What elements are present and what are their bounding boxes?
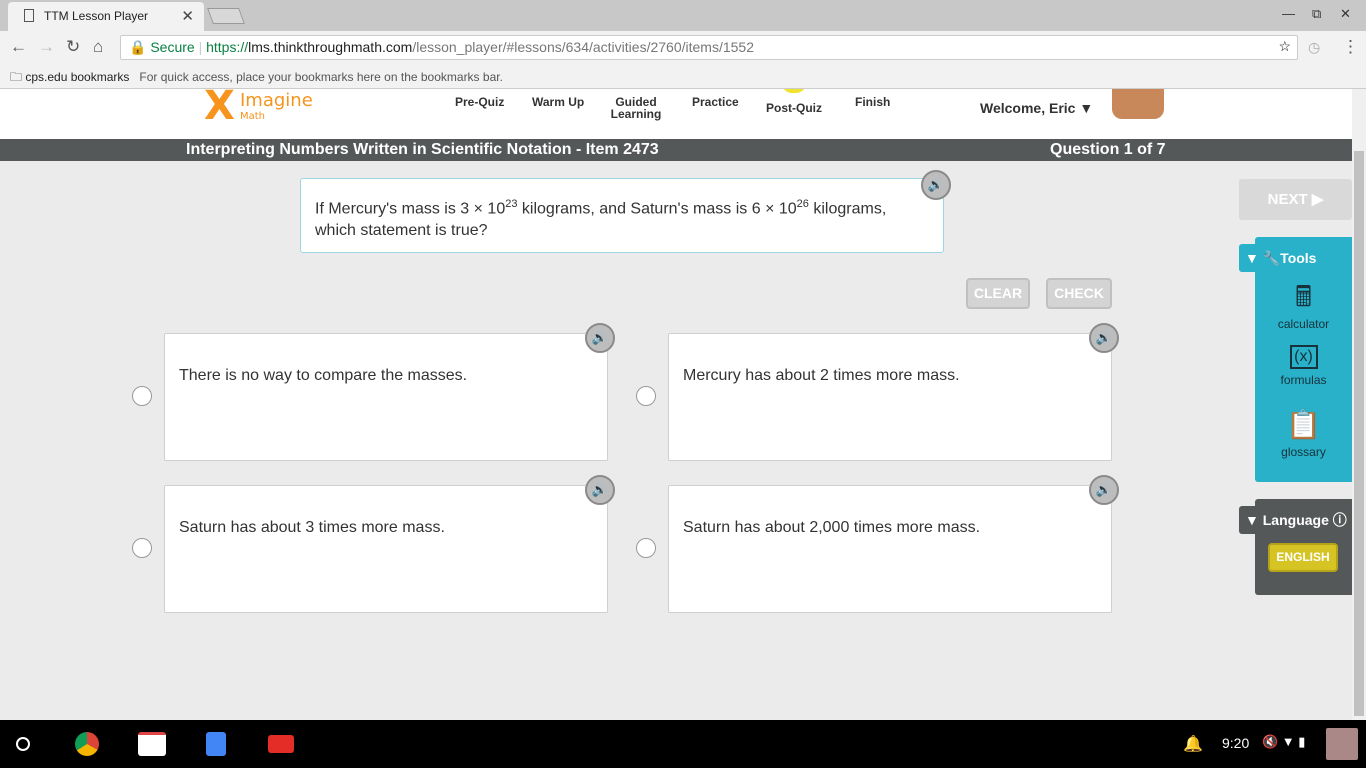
lesson-page: X Imagine Math Pre-Quiz Warm Up Guided Lea… — [0, 89, 1352, 720]
maximize-button[interactable]: ⧉ — [1312, 6, 1321, 22]
back-icon[interactable]: ← — [10, 37, 27, 57]
browser-toolbar: ← → ↻ ⌂ 🔒 Secure | https://lms.thinkthro… — [0, 31, 1366, 63]
menu-warm-up[interactable]: Warm Up — [532, 96, 584, 108]
youtube-icon[interactable] — [268, 735, 294, 753]
url-scheme: https:// — [206, 39, 249, 55]
answer-radio-1[interactable] — [132, 386, 152, 406]
language-toggle[interactable]: ▼ Language ⓘ — [1239, 506, 1347, 534]
next-button[interactable]: NEXT ▶ — [1239, 179, 1352, 220]
lock-icon: 🔒 — [129, 39, 151, 55]
url-host: lms.thinkthroughmath.com — [248, 39, 413, 55]
notification-icon[interactable]: 🔔 — [1183, 734, 1203, 754]
english-button[interactable]: ENGLISH — [1268, 543, 1338, 572]
user-avatar[interactable] — [1326, 728, 1358, 760]
os-shelf: 🔔 9:20 🔇 ▼ ▮ — [0, 720, 1366, 768]
calculator-tool[interactable]: 🖩 calculator — [1255, 281, 1352, 331]
close-window-button[interactable]: ✕ — [1340, 6, 1351, 22]
launcher-icon[interactable] — [16, 737, 30, 751]
current-stage-marker — [782, 89, 806, 93]
gmail-icon[interactable] — [138, 732, 166, 756]
answer-option[interactable]: There is no way to compare the masses. — [164, 333, 608, 461]
url-path: /lesson_player/#lessons/634/activities/2… — [412, 39, 754, 55]
clock[interactable]: 9:20 — [1222, 735, 1249, 751]
folder-icon: 🗀 — [10, 70, 26, 84]
tools-toggle[interactable]: ▼ 🔧Tools — [1239, 244, 1317, 272]
chrome-icon[interactable] — [75, 732, 99, 756]
avatar[interactable] — [1112, 89, 1164, 119]
menu-pre-quiz[interactable]: Pre-Quiz — [455, 96, 504, 108]
docs-icon[interactable] — [206, 732, 226, 756]
answer-option[interactable]: Saturn has about 3 times more mass. — [164, 485, 608, 613]
answer-radio-3[interactable] — [132, 538, 152, 558]
menu-post-quiz[interactable]: Post-Quiz — [766, 102, 822, 114]
menu-icon[interactable]: ⋮ — [1342, 37, 1359, 57]
tab-title: TTM Lesson Player — [44, 9, 149, 23]
question-progress: Question 1 of 7 — [1050, 141, 1166, 158]
calculator-icon: 🖩 — [1295, 281, 1312, 312]
browser-tab[interactable]: TTM Lesson Player ✕ — [8, 2, 204, 31]
star-icon[interactable]: ☆ — [1278, 38, 1291, 55]
speaker-icon[interactable]: 🔊 — [585, 323, 615, 353]
item-title: Interpreting Numbers Written in Scientif… — [186, 141, 659, 158]
speaker-icon[interactable]: 🔊 — [921, 170, 951, 200]
reload-icon[interactable]: ↻ — [66, 37, 80, 57]
check-button[interactable]: CHECK — [1046, 278, 1112, 309]
answer-option[interactable]: Mercury has about 2 times more mass. — [668, 333, 1112, 461]
answer-option[interactable]: Saturn has about 2,000 times more mass. — [668, 485, 1112, 613]
speaker-icon[interactable]: 🔊 — [585, 475, 615, 505]
menu-finish[interactable]: Finish — [855, 96, 890, 108]
close-tab-icon[interactable]: ✕ — [181, 7, 194, 25]
lesson-header: X Imagine Math Pre-Quiz Warm Up Guided Lea… — [0, 89, 1352, 139]
menu-practice[interactable]: Practice — [692, 96, 739, 108]
new-tab-button[interactable] — [207, 8, 245, 24]
clipboard-icon: 📋 — [1286, 409, 1321, 440]
status-icons[interactable]: 🔇 ▼ ▮ — [1262, 734, 1305, 750]
minimize-button[interactable]: — — [1282, 6, 1295, 21]
bookmarks-folder[interactable]: cps.edu bookmarks — [25, 70, 129, 84]
document-icon — [24, 9, 34, 22]
extension-icon[interactable]: ◷ — [1308, 39, 1320, 56]
formulas-tool[interactable]: (x) formulas — [1255, 345, 1352, 387]
address-bar[interactable]: 🔒 Secure | https://lms.thinkthroughmath.… — [120, 35, 1298, 60]
lesson-titlebar: Interpreting Numbers Written in Scientif… — [0, 139, 1352, 161]
menu-guided-learning[interactable]: Guided Learning — [610, 96, 662, 120]
bookmarks-hint: For quick access, place your bookmarks h… — [139, 70, 503, 84]
answer-radio-2[interactable] — [636, 386, 656, 406]
speaker-icon[interactable]: 🔊 — [1089, 475, 1119, 505]
clear-button[interactable]: CLEAR — [966, 278, 1030, 309]
answer-radio-4[interactable] — [636, 538, 656, 558]
bookmarks-bar: 🗀 cps.edu bookmarks For quick access, pla… — [0, 63, 1366, 89]
home-icon[interactable]: ⌂ — [93, 37, 103, 57]
scrollbar[interactable] — [1352, 89, 1366, 720]
question-box: If Mercury's mass is 3 × 1023 kilograms,… — [300, 178, 944, 253]
welcome-menu[interactable]: Welcome, Eric ▼ — [980, 100, 1093, 116]
forward-icon[interactable]: → — [38, 37, 55, 57]
secure-label: Secure — [150, 39, 195, 55]
browser-tab-strip: TTM Lesson Player ✕ — ⧉ ✕ — [0, 0, 1366, 31]
speaker-icon[interactable]: 🔊 — [1089, 323, 1119, 353]
glossary-tool[interactable]: 📋 glossary — [1255, 409, 1352, 459]
formulas-icon: (x) — [1289, 345, 1318, 369]
